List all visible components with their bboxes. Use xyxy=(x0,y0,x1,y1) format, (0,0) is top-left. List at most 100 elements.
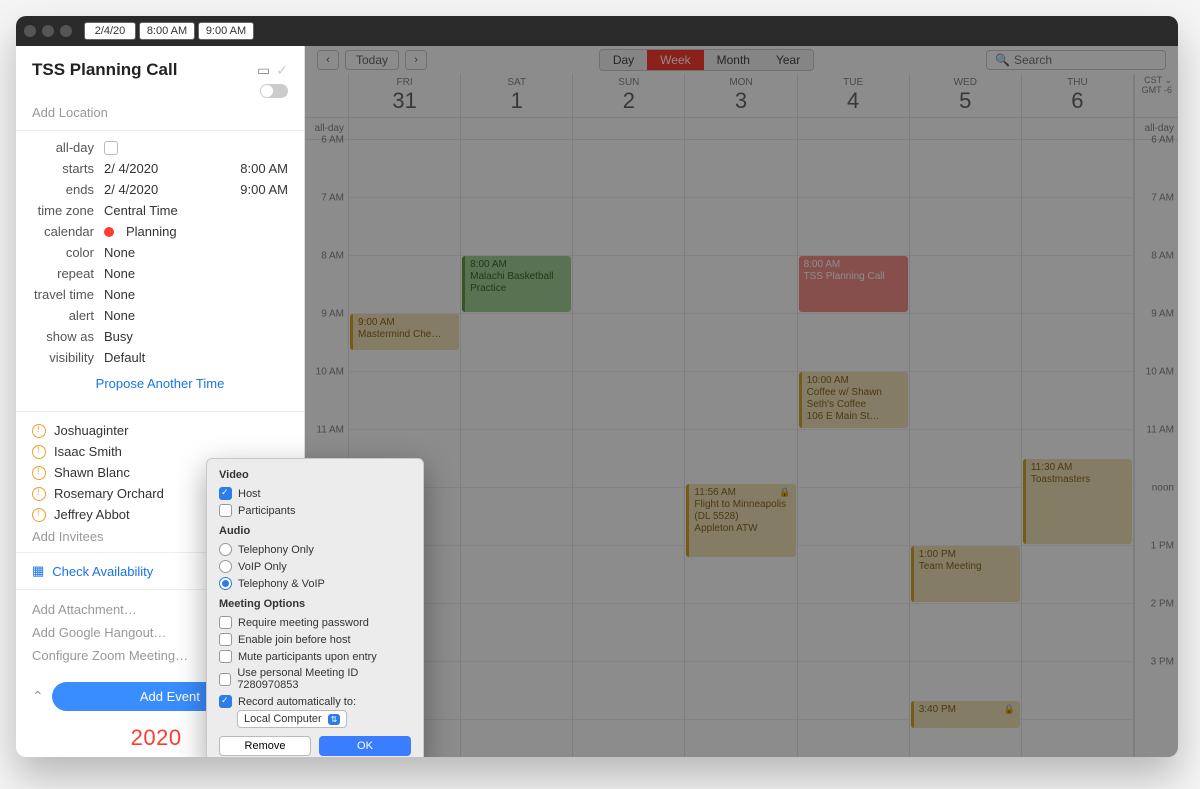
calendar-toolbar: ‹ Today › Day Week Month Year 🔍 xyxy=(305,46,1178,74)
month-label: February 2020 xyxy=(32,725,182,751)
search-field[interactable]: 🔍 xyxy=(986,50,1166,70)
time-label: 6 AM xyxy=(321,135,344,146)
calendar-type-icon[interactable]: ▭ xyxy=(257,62,270,79)
lock-icon: 🔒 xyxy=(1004,704,1015,715)
event-340pm[interactable]: 🔒3:40 PM xyxy=(911,701,1020,728)
day-column[interactable]: TUE4 8:00 AMTSS Planning Call 10:00 AMCoff… xyxy=(798,74,910,757)
starts-date[interactable]: 2/ 4/2020 xyxy=(104,161,158,176)
checkmark-icon[interactable]: ✓ xyxy=(276,62,288,79)
all-day-cell[interactable] xyxy=(349,118,460,140)
color-value[interactable]: None xyxy=(104,245,288,260)
zoom-require-password-checkbox[interactable] xyxy=(219,616,232,629)
view-year[interactable]: Year xyxy=(763,50,813,70)
day-column[interactable]: SAT1 8:00 AMMalachi Basketball Practice xyxy=(461,74,573,757)
time-label: 10 AM xyxy=(1146,367,1174,378)
starts-time[interactable]: 8:00 AM xyxy=(240,161,288,176)
view-day[interactable]: Day xyxy=(600,50,647,70)
show-as-value[interactable]: Busy xyxy=(104,329,288,344)
propose-another-time[interactable]: Propose Another Time xyxy=(32,368,288,401)
traffic-zoom[interactable] xyxy=(60,25,72,37)
titlebar-date-field[interactable] xyxy=(84,22,136,40)
day-column[interactable]: MON3🔒11:56 AMFlight to Minneapolis (DL 5… xyxy=(685,74,797,757)
all-day-cell[interactable] xyxy=(685,118,796,140)
invitee-status-icon xyxy=(32,487,46,501)
view-month[interactable]: Month xyxy=(704,50,763,70)
event-tss-planning[interactable]: 8:00 AMTSS Planning Call xyxy=(799,256,908,312)
time-label: 11 AM xyxy=(1146,425,1174,436)
alert-value[interactable]: None xyxy=(104,308,288,323)
ends-date[interactable]: 2/ 4/2020 xyxy=(104,182,158,197)
event-title[interactable]: TSS Planning Call xyxy=(32,60,177,80)
all-day-cell[interactable] xyxy=(798,118,909,140)
day-column[interactable]: THU6 11:30 AMToastmasters xyxy=(1022,74,1134,757)
timezone-indicator[interactable]: CST ⌄GMT -6 xyxy=(1142,76,1172,96)
travel-time-value[interactable]: None xyxy=(104,287,288,302)
app-window: TSS Planning Call ▭ ✓ Add Location all-d… xyxy=(16,16,1178,757)
next-week-button[interactable]: › xyxy=(405,50,427,70)
time-label: 7 AM xyxy=(1151,193,1174,204)
prev-week-button[interactable]: ‹ xyxy=(317,50,339,70)
all-day-cell[interactable] xyxy=(573,118,684,140)
event-flight[interactable]: 🔒11:56 AMFlight to Minneapolis (DL 5528)… xyxy=(686,484,795,557)
traffic-min[interactable] xyxy=(42,25,54,37)
time-label: 7 AM xyxy=(321,193,344,204)
today-button[interactable]: Today xyxy=(345,50,399,70)
time-label: 3 PM xyxy=(1151,657,1174,668)
time-gutter-right: CST ⌄GMT -6 all-day 6 AM7 AM8 AM9 AM10 A… xyxy=(1134,74,1178,757)
day-column[interactable]: SUN2 xyxy=(573,74,685,757)
invitee-status-icon xyxy=(32,445,46,459)
invitee-status-icon xyxy=(32,466,46,480)
zoom-remove-button[interactable]: Remove xyxy=(219,736,311,756)
all-day-cell[interactable] xyxy=(1022,118,1133,140)
select-arrow-icon: ⇅ xyxy=(328,714,341,725)
calendar-color-dot xyxy=(104,227,114,237)
time-label: 9 AM xyxy=(321,309,344,320)
zoom-record-checkbox[interactable] xyxy=(219,695,232,708)
calendar-grid: all-day 6 AM7 AM8 AM9 AM10 AM11 AMnoon1 … xyxy=(305,74,1178,757)
collapse-icon[interactable]: ⌃ xyxy=(32,688,44,705)
zoom-mute-on-entry-checkbox[interactable] xyxy=(219,650,232,663)
calendar-icon: ▦ xyxy=(32,563,44,579)
zoom-record-destination-select[interactable]: Local Computer⇅ xyxy=(237,710,347,728)
event-malachi[interactable]: 8:00 AMMalachi Basketball Practice xyxy=(462,256,571,312)
zoom-settings-popup: Video Host Participants Audio Telephony … xyxy=(206,458,424,757)
time-label: 10 AM xyxy=(316,367,344,378)
titlebar-end-field[interactable] xyxy=(198,22,254,40)
event-mastermind[interactable]: 9:00 AMMastermind Che… xyxy=(350,314,459,350)
visibility-value[interactable]: Default xyxy=(104,350,288,365)
time-label: noon xyxy=(1152,483,1174,494)
zoom-audio-both[interactable] xyxy=(219,577,232,590)
all-day-cell[interactable] xyxy=(461,118,572,140)
zoom-audio-telephony[interactable] xyxy=(219,543,232,556)
zoom-join-before-host-checkbox[interactable] xyxy=(219,633,232,646)
zoom-ok-button[interactable]: OK xyxy=(319,736,411,756)
view-segmented-control: Day Week Month Year xyxy=(599,49,814,71)
invitee-row[interactable]: Joshuaginter xyxy=(32,420,288,441)
day-header: THU6 xyxy=(1022,74,1133,118)
day-column[interactable]: WED51:00 PMTeam Meeting🔒3:40 PM xyxy=(910,74,1022,757)
event-toastmasters[interactable]: 11:30 AMToastmasters xyxy=(1023,459,1132,544)
repeat-value[interactable]: None xyxy=(104,266,288,281)
event-toggle[interactable] xyxy=(260,84,288,98)
time-zone-value[interactable]: Central Time xyxy=(104,203,288,218)
titlebar-start-field[interactable] xyxy=(139,22,195,40)
calendar-value[interactable]: Planning xyxy=(104,224,288,239)
day-header: SAT1 xyxy=(461,74,572,118)
day-header: TUE4 xyxy=(798,74,909,118)
titlebar xyxy=(16,16,1178,46)
all-day-cell[interactable] xyxy=(910,118,1021,140)
time-label: 8 AM xyxy=(321,251,344,262)
zoom-use-pmi-checkbox[interactable] xyxy=(219,673,231,686)
ends-time[interactable]: 9:00 AM xyxy=(240,182,288,197)
zoom-audio-voip[interactable] xyxy=(219,560,232,573)
event-team-meeting[interactable]: 1:00 PMTeam Meeting xyxy=(911,546,1020,602)
event-coffee[interactable]: 10:00 AMCoffee w/ ShawnSeth's Coffee106 … xyxy=(799,372,908,428)
zoom-participants-video-checkbox[interactable] xyxy=(219,504,232,517)
add-location[interactable]: Add Location xyxy=(16,103,304,130)
invitee-status-icon xyxy=(32,508,46,522)
view-week[interactable]: Week xyxy=(647,50,703,70)
traffic-close[interactable] xyxy=(24,25,36,37)
zoom-host-video-checkbox[interactable] xyxy=(219,487,232,500)
search-icon: 🔍 xyxy=(995,53,1010,67)
all-day-checkbox[interactable] xyxy=(104,141,118,155)
